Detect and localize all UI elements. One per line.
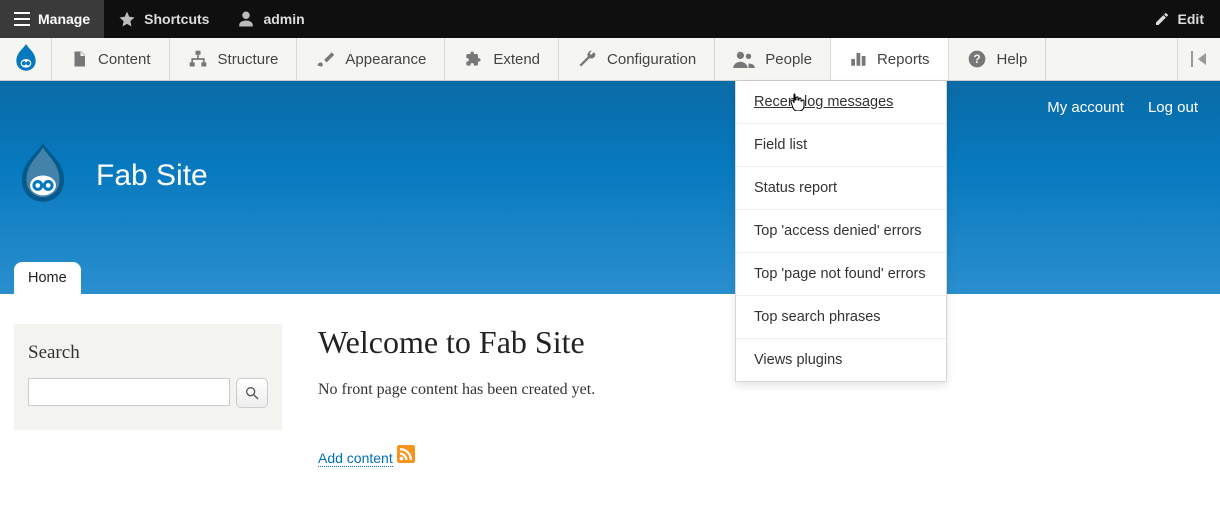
- main-nav-tabs: Home: [14, 262, 81, 294]
- paintbrush-icon: [315, 49, 335, 69]
- search-input[interactable]: [28, 378, 230, 406]
- wrench-icon: [577, 49, 597, 69]
- tab-home[interactable]: Home: [14, 262, 81, 294]
- drupal-home-link[interactable]: [0, 38, 52, 80]
- dropdown-item-views-plugins[interactable]: Views plugins: [736, 339, 946, 381]
- dropdown-item-access-denied[interactable]: Top 'access denied' errors: [736, 210, 946, 253]
- drupal-icon: [13, 44, 39, 74]
- dropdown-item-page-not-found[interactable]: Top 'page not found' errors: [736, 253, 946, 296]
- dropdown-item-field-list[interactable]: Field list: [736, 124, 946, 167]
- manage-toggle[interactable]: Manage: [0, 0, 104, 38]
- empty-message: No front page content has been created y…: [318, 381, 1206, 399]
- content-region: Search Welcome to Fab Site No front page…: [0, 294, 1220, 506]
- admin-tab-appearance[interactable]: Appearance: [297, 38, 445, 80]
- search-icon: [244, 385, 260, 401]
- admin-tab-label: Help: [997, 51, 1028, 68]
- rss-feed-link[interactable]: [397, 445, 415, 463]
- admin-tab-people[interactable]: People: [715, 38, 831, 80]
- admin-tab-help[interactable]: ? Help: [949, 38, 1047, 80]
- admin-tab-reports[interactable]: Reports: [831, 38, 949, 80]
- site-name[interactable]: Fab Site: [96, 159, 208, 193]
- admin-tab-label: Configuration: [607, 51, 696, 68]
- search-block: Search: [14, 324, 282, 430]
- admin-tab-configuration[interactable]: Configuration: [559, 38, 715, 80]
- admin-tab-label: People: [765, 51, 812, 68]
- admin-tab-content[interactable]: Content: [52, 38, 170, 80]
- rss-icon: [397, 445, 415, 463]
- puzzle-icon: [463, 49, 483, 69]
- edit-button[interactable]: Edit: [1138, 0, 1220, 38]
- file-icon: [70, 49, 88, 69]
- search-submit-button[interactable]: [236, 378, 268, 408]
- hierarchy-icon: [188, 50, 208, 68]
- site-header: My account Log out Fab Site Home: [0, 81, 1220, 294]
- toolbar-spacer: [319, 0, 1138, 38]
- pencil-icon: [1154, 11, 1170, 27]
- edit-label: Edit: [1178, 11, 1204, 27]
- search-title: Search: [28, 342, 268, 364]
- bar-chart-icon: [849, 50, 867, 68]
- manage-label: Manage: [38, 11, 90, 27]
- user-menu[interactable]: admin: [223, 0, 318, 38]
- site-logo-icon[interactable]: [14, 143, 72, 209]
- my-account-link[interactable]: My account: [1047, 99, 1124, 116]
- shortcuts-label: Shortcuts: [144, 11, 209, 27]
- admin-menu: Content Structure Appearance Extend Conf…: [0, 38, 1220, 81]
- admin-tab-label: Extend: [493, 51, 540, 68]
- dropdown-item-recent-log[interactable]: Recent log messages: [736, 81, 946, 124]
- site-brand: Fab Site: [14, 143, 208, 209]
- svg-text:?: ?: [973, 53, 980, 66]
- star-icon: [118, 10, 136, 28]
- dropdown-item-status-report[interactable]: Status report: [736, 167, 946, 210]
- admin-toolbar: Manage Shortcuts admin Edit: [0, 0, 1220, 38]
- admin-tab-extend[interactable]: Extend: [445, 38, 559, 80]
- admin-menu-spacer: [1046, 38, 1178, 80]
- dropdown-item-search-phrases[interactable]: Top search phrases: [736, 296, 946, 339]
- toolbar-orientation-toggle[interactable]: [1178, 38, 1220, 80]
- admin-tab-label: Appearance: [345, 51, 426, 68]
- help-icon: ?: [967, 49, 987, 69]
- user-label: admin: [263, 11, 304, 27]
- collapse-icon: [1190, 51, 1208, 67]
- reports-dropdown: Recent log messages Field list Status re…: [735, 81, 947, 382]
- hamburger-icon: [14, 12, 30, 26]
- user-links: My account Log out: [1047, 99, 1198, 116]
- admin-tab-label: Reports: [877, 51, 930, 68]
- admin-tab-label: Content: [98, 51, 151, 68]
- admin-tab-structure[interactable]: Structure: [170, 38, 298, 80]
- add-content-link[interactable]: Add content: [318, 450, 393, 467]
- shortcuts-button[interactable]: Shortcuts: [104, 0, 223, 38]
- admin-tab-label: Structure: [218, 51, 279, 68]
- logout-link[interactable]: Log out: [1148, 99, 1198, 116]
- person-icon: [237, 10, 255, 28]
- people-icon: [733, 50, 755, 68]
